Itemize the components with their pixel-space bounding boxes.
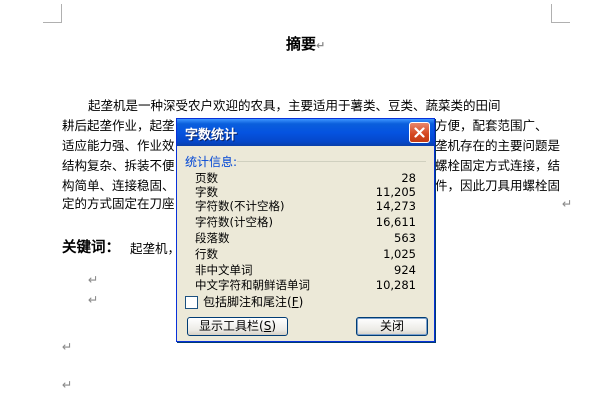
stat-row-words: 字数 11,205 (195, 186, 416, 199)
paragraph-line-6: 定的方式固定在刀座 (62, 196, 175, 211)
stat-value: 14,273 (375, 199, 416, 213)
stat-label: 页数 (195, 171, 218, 185)
empty-paragraph-mark: ↵ (88, 272, 99, 287)
paragraph-mark: ↵ (562, 196, 573, 211)
include-footnotes-label[interactable]: 包括脚注和尾注(F) (203, 296, 303, 309)
stat-row-lines: 行数 1,025 (195, 248, 416, 261)
dialog-body: 统计信息: 页数 28 字数 11,205 字符数(不计空格) 14,273 字… (177, 146, 434, 341)
paragraph-line-2: 耕后起垄作业，起垄 (62, 118, 175, 133)
close-icon (414, 127, 425, 138)
paragraph-fragment-right-1: 方便，配套范围广、 (435, 118, 548, 133)
dialog-title-bar[interactable]: 字数统计 (177, 119, 434, 146)
dialog-close-button[interactable] (409, 122, 430, 143)
stat-label: 字数 (195, 185, 218, 199)
paragraph-line-5: 构简单、连接稳固、 (62, 178, 175, 193)
stat-value: 1,025 (383, 247, 416, 261)
stat-row-chars-with-spaces: 字符数(计空格) 16,611 (195, 216, 416, 229)
stat-row-pages: 页数 28 (195, 172, 416, 185)
paragraph-line-3: 适应能力强、作业效 (62, 138, 175, 153)
stat-label: 行数 (195, 247, 218, 261)
stat-row-chinese-korean-chars: 中文字符和朝鲜语单词 10,281 (195, 279, 416, 292)
paragraph-fragment-right-3: 螺栓固定方式连接，结 (435, 158, 561, 173)
show-toolbar-button[interactable]: 显示工具栏(S) (187, 317, 288, 336)
include-footnotes-checkbox[interactable] (185, 296, 198, 309)
empty-paragraph-mark: ↵ (62, 339, 73, 354)
paragraph-fragment-right-4: 件，因此刀具用螺栓固 (435, 178, 561, 193)
keywords-text: 起垄机， (130, 241, 181, 256)
stat-row-chars-no-spaces: 字符数(不计空格) 14,273 (195, 200, 416, 213)
empty-paragraph-mark: ↵ (88, 292, 99, 307)
stat-value: 563 (394, 231, 416, 245)
stat-value: 11,205 (375, 185, 416, 199)
word-count-dialog: 字数统计 统计信息: 页数 28 字数 11,205 字符数(不计空格) 14,… (176, 118, 435, 342)
stat-label: 中文字符和朝鲜语单词 (195, 278, 310, 292)
paragraph-fragment-right-2: 垄机存在的主要问题是 (435, 138, 561, 153)
stat-label: 字符数(不计空格) (195, 199, 285, 213)
stat-value: 924 (394, 263, 416, 277)
paragraph-line-1: 起垄机是一种深受农户欢迎的农具，主要适用于薯类、豆类、蔬菜类的田间 (88, 98, 501, 113)
empty-paragraph-mark: ↵ (62, 377, 73, 392)
paragraph-line-4: 结构复杂、拆装不便 (62, 158, 175, 173)
dialog-title: 字数统计 (185, 128, 238, 143)
stat-label: 段落数 (195, 231, 230, 245)
stats-group-label: 统计信息: (185, 155, 238, 169)
stat-row-paragraphs: 段落数 563 (195, 232, 416, 245)
group-divider (237, 161, 426, 162)
document-title: 摘要↵ (286, 35, 326, 53)
stat-value: 28 (401, 171, 416, 185)
stat-label: 字符数(计空格) (195, 215, 273, 229)
stat-value: 10,281 (375, 278, 416, 292)
stat-label: 非中文单词 (195, 263, 253, 277)
stat-row-non-chinese-words: 非中文单词 924 (195, 264, 416, 277)
keywords-heading: 关键词： (62, 240, 120, 256)
close-button[interactable]: 关闭 (356, 317, 428, 336)
stat-value: 16,611 (375, 215, 416, 229)
